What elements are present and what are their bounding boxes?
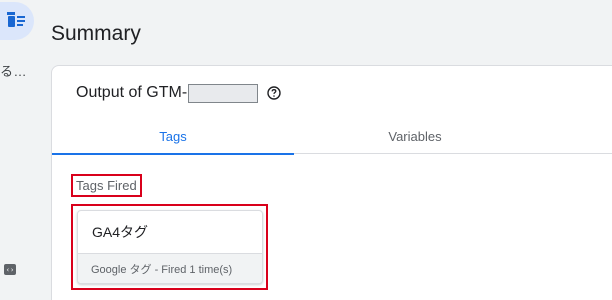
rail-truncated-label: る…	[0, 64, 28, 79]
output-card: Output of GTM- Tags Variables Tags Fired…	[51, 65, 612, 300]
tags-fired-heading: Tags Fired	[71, 174, 142, 197]
code-icon[interactable]: ‹›	[4, 264, 16, 275]
tab-variables[interactable]: Variables	[294, 118, 536, 154]
tag-name: GA4タグ	[92, 224, 149, 240]
left-rail: る… ‹›	[0, 0, 48, 300]
tag-fire-detail: Google タグ - Fired 1 time(s)	[78, 253, 262, 283]
output-header: Output of GTM-	[76, 83, 281, 103]
help-icon[interactable]	[267, 86, 281, 100]
page-title: Summary	[51, 22, 141, 45]
summary-list-icon	[7, 12, 25, 27]
tag-assistant-window: る… ‹› Summary Output of GTM- Tags Variab…	[0, 0, 612, 300]
tab-bar: Tags Variables	[52, 118, 612, 155]
output-label: Output of GTM-	[76, 84, 188, 101]
tab-tags[interactable]: Tags	[52, 118, 294, 155]
redacted-container-id	[188, 83, 259, 103]
tags-fired-highlight: GA4タグ Google タグ - Fired 1 time(s)	[71, 204, 268, 290]
tag-card[interactable]: GA4タグ Google タグ - Fired 1 time(s)	[77, 210, 263, 284]
rail-summary-button[interactable]	[0, 2, 34, 40]
